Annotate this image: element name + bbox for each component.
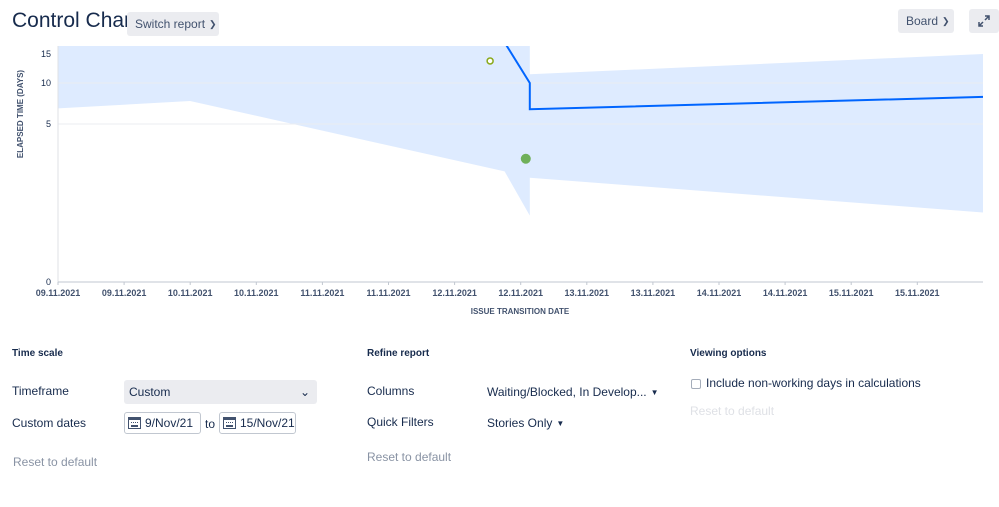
x-tick-label: 15.11.2021 xyxy=(829,288,874,298)
x-tick-label: 14.11.2021 xyxy=(697,288,742,298)
switch-report-button[interactable]: Switch report ❯ xyxy=(127,12,219,36)
time-scale-reset-link[interactable]: Reset to default xyxy=(13,455,97,469)
custom-dates-label: Custom dates xyxy=(12,416,87,430)
quick-filters-value: Stories Only xyxy=(487,416,553,430)
chevron-down-icon: ❯ xyxy=(209,19,217,29)
calendar-icon[interactable] xyxy=(223,417,236,429)
time-scale-title: Time scale xyxy=(12,348,63,359)
x-tick-label: 12.11.2021 xyxy=(432,288,477,298)
y-axis-title: ELAPSED TIME (DAYS) xyxy=(16,70,25,158)
chevron-down-icon: ⌄ xyxy=(299,385,310,399)
timeframe-value: Custom xyxy=(129,385,171,399)
x-tick-label: 11.11.2021 xyxy=(366,288,410,298)
timeframe-label: Timeframe xyxy=(12,384,69,398)
caret-down-icon: ▼ xyxy=(650,388,659,397)
x-tick-label: 15.11.2021 xyxy=(895,288,940,298)
viewing-reset-link: Reset to default xyxy=(690,404,775,418)
columns-dropdown[interactable]: Waiting/Blocked, In Develop... ▼ xyxy=(487,385,659,399)
x-tick-label: 14.11.2021 xyxy=(763,288,808,298)
refine-reset-link[interactable]: Reset to default xyxy=(367,450,451,464)
x-axis-title: ISSUE TRANSITION DATE xyxy=(471,307,570,316)
x-tick-label: 11.11.2021 xyxy=(300,288,344,298)
x-tick-label: 10.11.2021 xyxy=(234,288,279,298)
y-tick-label: 15 xyxy=(41,49,51,59)
from-date-input[interactable]: 9/Nov/21 xyxy=(124,412,201,434)
quick-filters-label: Quick Filters xyxy=(367,415,434,429)
x-tick-label: 09.11.2021 xyxy=(36,288,81,298)
x-tick-label: 13.11.2021 xyxy=(631,288,676,298)
chevron-down-icon: ❯ xyxy=(942,16,950,26)
control-chart[interactable]: 15 10 5 0 09.11.2021 09.11.2021 10.11.2021 10.1… xyxy=(0,44,999,320)
expand-icon xyxy=(978,15,990,27)
report-header: Control Chart Switch report ❯ Board ❯ xyxy=(0,0,999,44)
y-tick-label: 10 xyxy=(41,78,51,88)
columns-value: Waiting/Blocked, In Develop... xyxy=(487,385,647,399)
to-date-input[interactable]: 15/Nov/21 xyxy=(219,412,296,434)
expand-button[interactable] xyxy=(969,9,999,33)
timeframe-select[interactable]: Custom ⌄ xyxy=(124,380,317,404)
non-working-days-checkbox[interactable] xyxy=(691,379,701,389)
board-button[interactable]: Board ❯ xyxy=(898,9,954,33)
x-tick-label: 12.11.2021 xyxy=(498,288,543,298)
y-tick-label: 0 xyxy=(46,277,51,287)
x-tick-label: 10.11.2021 xyxy=(168,288,213,298)
columns-label: Columns xyxy=(367,384,415,398)
from-date-value: 9/Nov/21 xyxy=(145,416,194,430)
page-title: Control Chart xyxy=(12,9,137,32)
non-working-days-label[interactable]: Include non-working days in calculations xyxy=(706,376,921,390)
viewing-options-title: Viewing options xyxy=(690,348,767,359)
board-label: Board xyxy=(906,14,939,28)
caret-down-icon: ▼ xyxy=(556,419,565,428)
x-tick-label: 09.11.2021 xyxy=(102,288,147,298)
x-tick-label: 13.11.2021 xyxy=(565,288,610,298)
to-date-value: 15/Nov/21 xyxy=(240,416,295,430)
switch-report-label: Switch report xyxy=(135,17,206,31)
issue-point xyxy=(520,153,531,164)
quick-filters-dropdown[interactable]: Stories Only ▼ xyxy=(487,416,564,430)
control-chart-svg[interactable]: 15105009.11.2021 09.11.2021 10.11.2021 10.1… xyxy=(0,44,999,320)
issue-point xyxy=(486,57,494,65)
calendar-icon[interactable] xyxy=(128,417,141,429)
to-label: to xyxy=(205,417,216,431)
y-tick-label: 5 xyxy=(46,119,51,129)
refine-report-title: Refine report xyxy=(367,348,430,359)
